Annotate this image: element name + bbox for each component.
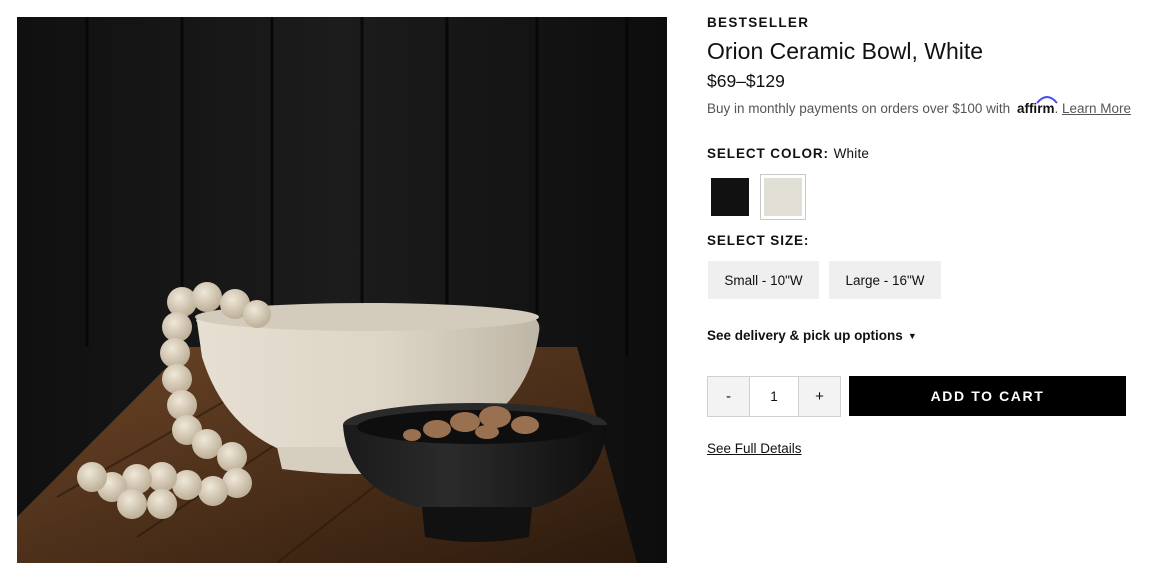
decrement-button[interactable]: - <box>708 377 749 416</box>
swatch-fill <box>764 178 802 216</box>
product-photo-illustration <box>17 17 667 563</box>
color-swatch-white[interactable] <box>760 174 806 220</box>
product-price: $69–$129 <box>707 71 785 91</box>
swatch-fill <box>711 178 749 216</box>
learn-more-link[interactable]: Learn More <box>1062 101 1131 116</box>
size-option-large[interactable]: Large - 16"W <box>829 261 941 299</box>
product-image[interactable] <box>17 17 667 563</box>
product-page: BESTSELLER Orion Ceramic Bowl, White $69… <box>0 0 1163 563</box>
color-label-key: SELECT COLOR: <box>707 146 829 161</box>
affirm-logo: affirm <box>1017 96 1058 116</box>
quantity-input[interactable] <box>749 377 799 416</box>
affirm-arc-icon <box>1036 96 1058 104</box>
increment-button[interactable]: + <box>799 377 840 416</box>
quantity-stepper: - + <box>707 376 841 417</box>
add-to-cart-button[interactable]: ADD TO CART <box>849 376 1126 416</box>
size-selector-label: SELECT SIZE: <box>707 233 810 248</box>
size-option-small[interactable]: Small - 10"W <box>708 261 819 299</box>
financing-message: Buy in monthly payments on orders over $… <box>707 96 1131 116</box>
delivery-options-label: See delivery & pick up options <box>707 328 903 343</box>
financing-text: Buy in monthly payments on orders over $… <box>707 101 1011 116</box>
product-title: Orion Ceramic Bowl, White <box>707 38 984 64</box>
delivery-options-toggle[interactable]: See delivery & pick up options ▼ <box>707 328 917 343</box>
color-selector-label: SELECT COLOR: White <box>707 146 869 161</box>
selected-color-value: White <box>833 146 870 161</box>
bestseller-badge: BESTSELLER <box>707 15 810 30</box>
product-info-panel: BESTSELLER Orion Ceramic Bowl, White $69… <box>707 0 1147 563</box>
see-full-details-link[interactable]: See Full Details <box>707 441 802 456</box>
color-swatch-black[interactable] <box>707 174 753 220</box>
caret-down-icon: ▼ <box>907 331 917 341</box>
